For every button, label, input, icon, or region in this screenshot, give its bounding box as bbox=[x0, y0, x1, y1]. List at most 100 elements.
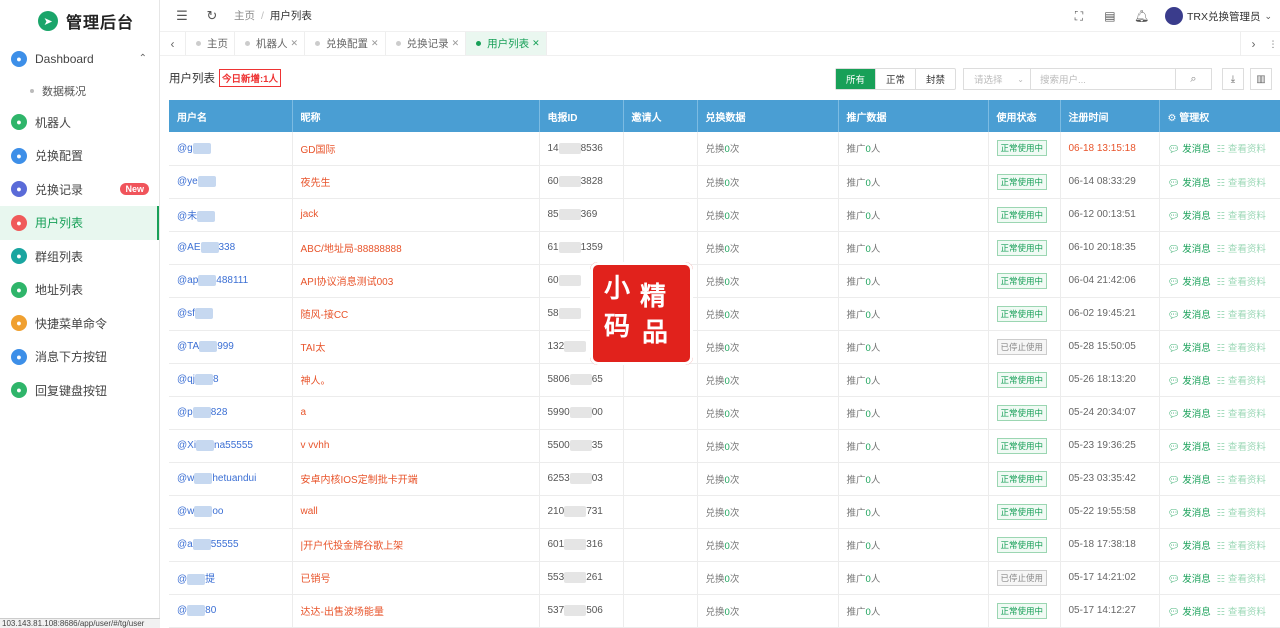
filter-option[interactable]: 正常 bbox=[876, 69, 916, 89]
sidebar-item[interactable]: ● 兑换记录 New bbox=[0, 173, 159, 207]
close-icon[interactable]: ✕ bbox=[532, 38, 540, 49]
send-message-link[interactable]: 💬︎ 发消息 bbox=[1168, 541, 1211, 552]
username-cell[interactable]: @w oo bbox=[169, 495, 293, 529]
send-message-link[interactable]: 💬︎ 发消息 bbox=[1168, 607, 1211, 618]
view-profile-link[interactable]: ☷ 查看资料 bbox=[1217, 541, 1266, 552]
status-badge[interactable]: 已停止使用 bbox=[996, 338, 1048, 355]
status-badge[interactable]: 已停止使用 bbox=[996, 569, 1048, 586]
translate-icon[interactable]: ▤ bbox=[1103, 9, 1117, 23]
filter-option[interactable]: 封禁 bbox=[916, 69, 955, 89]
view-profile-link[interactable]: ☷ 查看资料 bbox=[1217, 144, 1266, 155]
view-profile-link[interactable]: ☷ 查看资料 bbox=[1217, 376, 1266, 387]
sidebar-item[interactable]: ● 消息下方按钮 bbox=[0, 340, 159, 374]
search-icon[interactable]: ⌕ bbox=[1176, 68, 1212, 90]
view-profile-link[interactable]: ☷ 查看资料 bbox=[1217, 343, 1266, 354]
close-icon[interactable]: ✕ bbox=[452, 38, 460, 49]
view-profile-link[interactable]: ☷ 查看资料 bbox=[1217, 574, 1266, 585]
sidebar-item[interactable]: ● 用户列表 bbox=[0, 206, 159, 240]
refresh-icon[interactable]: ↻ bbox=[204, 8, 220, 24]
export-icon[interactable]: ▥ bbox=[1250, 68, 1272, 90]
send-message-link[interactable]: 💬︎ 发消息 bbox=[1168, 211, 1211, 222]
filter-select[interactable]: 请选择 ⌄ bbox=[963, 68, 1031, 90]
username-cell[interactable]: @g bbox=[169, 132, 293, 166]
close-icon[interactable]: ✕ bbox=[371, 38, 379, 49]
sidebar-item[interactable]: ● 机器人 bbox=[0, 106, 159, 140]
username-cell[interactable]: @TA 999 bbox=[169, 330, 293, 364]
send-message-link[interactable]: 💬︎ 发消息 bbox=[1168, 475, 1211, 486]
view-profile-link[interactable]: ☷ 查看资料 bbox=[1217, 409, 1266, 420]
username-cell[interactable]: @未 bbox=[169, 198, 293, 232]
tab[interactable]: 用户列表 ✕ bbox=[466, 32, 547, 55]
send-message-link[interactable]: 💬︎ 发消息 bbox=[1168, 343, 1211, 354]
status-badge[interactable]: 正常使用中 bbox=[996, 173, 1048, 190]
send-message-link[interactable]: 💬︎ 发消息 bbox=[1168, 409, 1211, 420]
sidebar-subitem[interactable]: 数据概况 bbox=[0, 76, 159, 106]
view-profile-link[interactable]: ☷ 查看资料 bbox=[1217, 211, 1266, 222]
breadcrumb-home[interactable]: 主页 bbox=[234, 10, 255, 22]
view-profile-link[interactable]: ☷ 查看资料 bbox=[1217, 508, 1266, 519]
view-profile-link[interactable]: ☷ 查看资料 bbox=[1217, 310, 1266, 321]
view-profile-link[interactable]: ☷ 查看资料 bbox=[1217, 244, 1266, 255]
username-cell[interactable]: @qj 8 bbox=[169, 363, 293, 397]
status-badge[interactable]: 正常使用中 bbox=[996, 404, 1048, 421]
status-badge[interactable]: 正常使用中 bbox=[996, 437, 1048, 454]
username-cell[interactable]: @ye bbox=[169, 165, 293, 199]
username-cell[interactable]: @w hetuandui bbox=[169, 462, 293, 496]
download-icon[interactable]: ⤓ bbox=[1222, 68, 1244, 90]
status-badge[interactable]: 正常使用中 bbox=[996, 470, 1048, 487]
status-badge[interactable]: 正常使用中 bbox=[996, 536, 1048, 553]
status-badge[interactable]: 正常使用中 bbox=[996, 140, 1048, 157]
tab-scroll-left-icon[interactable]: ‹ bbox=[160, 32, 186, 55]
view-profile-link[interactable]: ☷ 查看资料 bbox=[1217, 442, 1266, 453]
close-icon[interactable]: ✕ bbox=[291, 38, 299, 49]
username-cell[interactable]: @ 提 bbox=[169, 561, 293, 595]
view-profile-link[interactable]: ☷ 查看资料 bbox=[1217, 607, 1266, 618]
username-cell[interactable]: @80 bbox=[169, 594, 293, 628]
send-message-link[interactable]: 💬︎ 发消息 bbox=[1168, 144, 1211, 155]
username-cell[interactable]: @sf bbox=[169, 297, 293, 331]
status-badge[interactable]: 正常使用中 bbox=[996, 602, 1048, 619]
send-message-link[interactable]: 💬︎ 发消息 bbox=[1168, 310, 1211, 321]
send-message-link[interactable]: 💬︎ 发消息 bbox=[1168, 178, 1211, 189]
sidebar-item[interactable]: ● 地址列表 bbox=[0, 273, 159, 307]
filter-option[interactable]: 所有 bbox=[835, 69, 876, 89]
user-name[interactable]: TRX兑换管理员 bbox=[1187, 9, 1261, 24]
view-profile-link[interactable]: ☷ 查看资料 bbox=[1217, 475, 1266, 486]
send-message-link[interactable]: 💬︎ 发消息 bbox=[1168, 442, 1211, 453]
username-cell[interactable]: @ap 488111 bbox=[169, 264, 293, 298]
tab[interactable]: 主页 bbox=[186, 32, 235, 55]
sidebar-item[interactable]: ● 群组列表 bbox=[0, 240, 159, 274]
chevron-down-icon[interactable]: ⌄ bbox=[1264, 11, 1272, 22]
status-badge[interactable]: 正常使用中 bbox=[996, 272, 1048, 289]
send-message-link[interactable]: 💬︎ 发消息 bbox=[1168, 508, 1211, 519]
sidebar-item[interactable]: ● 快捷菜单命令 bbox=[0, 307, 159, 341]
logo[interactable]: ➤ 管理后台 bbox=[0, 0, 159, 42]
view-profile-link[interactable]: ☷ 查看资料 bbox=[1217, 178, 1266, 189]
fullscreen-icon[interactable]: ⛶ bbox=[1072, 9, 1086, 24]
status-badge[interactable]: 正常使用中 bbox=[996, 371, 1048, 388]
sidebar-item[interactable]: ● Dashboard ⌃ bbox=[0, 42, 159, 76]
tab-menu-icon[interactable]: ⋮ bbox=[1266, 32, 1280, 56]
send-message-link[interactable]: 💬︎ 发消息 bbox=[1168, 244, 1211, 255]
search-input[interactable]: 搜索用户... bbox=[1031, 68, 1176, 90]
status-badge[interactable]: 正常使用中 bbox=[996, 239, 1048, 256]
menu-collapse-icon[interactable]: ☰ bbox=[174, 8, 190, 24]
view-profile-link[interactable]: ☷ 查看资料 bbox=[1217, 277, 1266, 288]
username-cell[interactable]: @p 828 bbox=[169, 396, 293, 430]
username-cell[interactable]: @Xi na55555 bbox=[169, 429, 293, 463]
send-message-link[interactable]: 💬︎ 发消息 bbox=[1168, 277, 1211, 288]
status-badge[interactable]: 正常使用中 bbox=[996, 305, 1048, 322]
tab-scroll-right-icon[interactable]: › bbox=[1240, 32, 1266, 56]
sidebar-item[interactable]: ● 兑换配置 bbox=[0, 139, 159, 173]
avatar[interactable] bbox=[1164, 7, 1183, 25]
tab[interactable]: 兑换记录 ✕ bbox=[386, 32, 467, 55]
tab[interactable]: 兑换配置 ✕ bbox=[305, 32, 386, 55]
status-badge[interactable]: 正常使用中 bbox=[996, 503, 1048, 520]
bell-icon[interactable]: 🔔︎ bbox=[1134, 9, 1149, 23]
send-message-link[interactable]: 💬︎ 发消息 bbox=[1168, 574, 1211, 585]
username-cell[interactable]: @a 55555 bbox=[169, 528, 293, 562]
username-cell[interactable]: @AE 338 bbox=[169, 231, 293, 265]
tab[interactable]: 机器人 ✕ bbox=[235, 32, 306, 55]
status-badge[interactable]: 正常使用中 bbox=[996, 206, 1048, 223]
sidebar-item[interactable]: ● 回复键盘按钮 bbox=[0, 374, 159, 408]
